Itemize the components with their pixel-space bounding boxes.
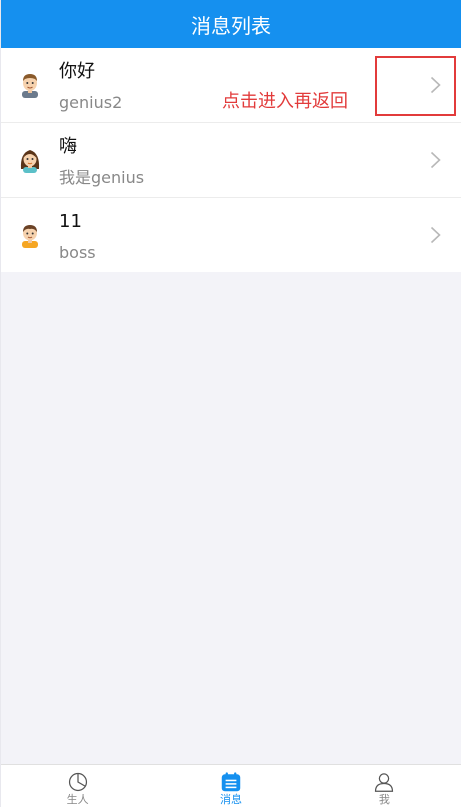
avatar-woman-icon (20, 150, 40, 173)
annotation-text: 点击进入再返回 (222, 91, 348, 112)
chevron-right-icon (430, 226, 441, 244)
avatar-boy-icon (22, 225, 38, 248)
message-subtitle: 我是genius (59, 168, 145, 187)
page: 消息列表 你好 genius2 嗨 我是genius 11 boss 点击进入再… (0, 0, 461, 807)
tab-label: 消息 (219, 793, 242, 806)
message-subtitle: genius2 (59, 93, 123, 112)
annotation-highlight-box (375, 56, 456, 116)
message-row[interactable]: 嗨 我是genius (1, 123, 461, 198)
message-title: 11 (59, 211, 82, 232)
tab-messages[interactable]: 消息 (154, 765, 307, 807)
tab-label: 我 (378, 793, 390, 806)
app-header: 消息列表 (1, 0, 461, 48)
person-icon (375, 773, 394, 792)
tab-strangers[interactable]: 生人 (1, 765, 154, 807)
message-title: 你好 (59, 61, 95, 82)
tab-label: 生人 (66, 793, 89, 806)
message-subtitle: boss (59, 243, 96, 262)
page-title: 消息列表 (191, 13, 271, 38)
pie-chart-icon (68, 772, 87, 792)
bottom-tab-bar: 生人 消息 我 (1, 764, 461, 807)
tab-me[interactable]: 我 (308, 765, 461, 807)
message-row[interactable]: 11 boss (1, 198, 461, 272)
avatar-man-icon (22, 74, 38, 98)
message-title: 嗨 (59, 136, 77, 157)
message-list-icon (221, 772, 241, 792)
chevron-right-icon (430, 151, 441, 169)
